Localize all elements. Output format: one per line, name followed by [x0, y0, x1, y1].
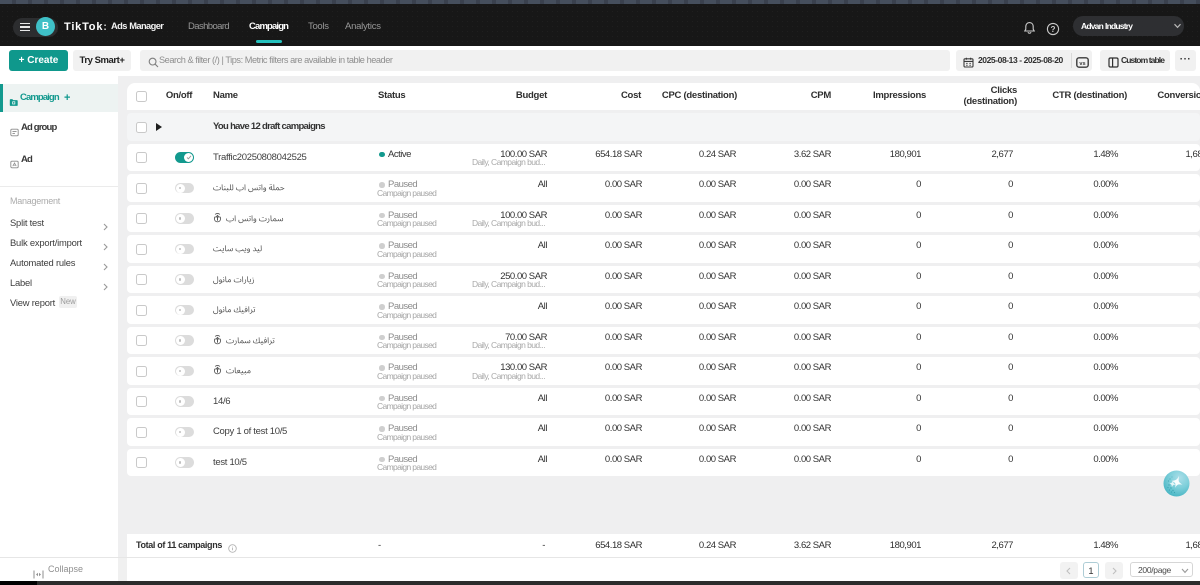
svg-text:vs: vs [1079, 61, 1085, 67]
svg-text:?: ? [1050, 24, 1055, 33]
